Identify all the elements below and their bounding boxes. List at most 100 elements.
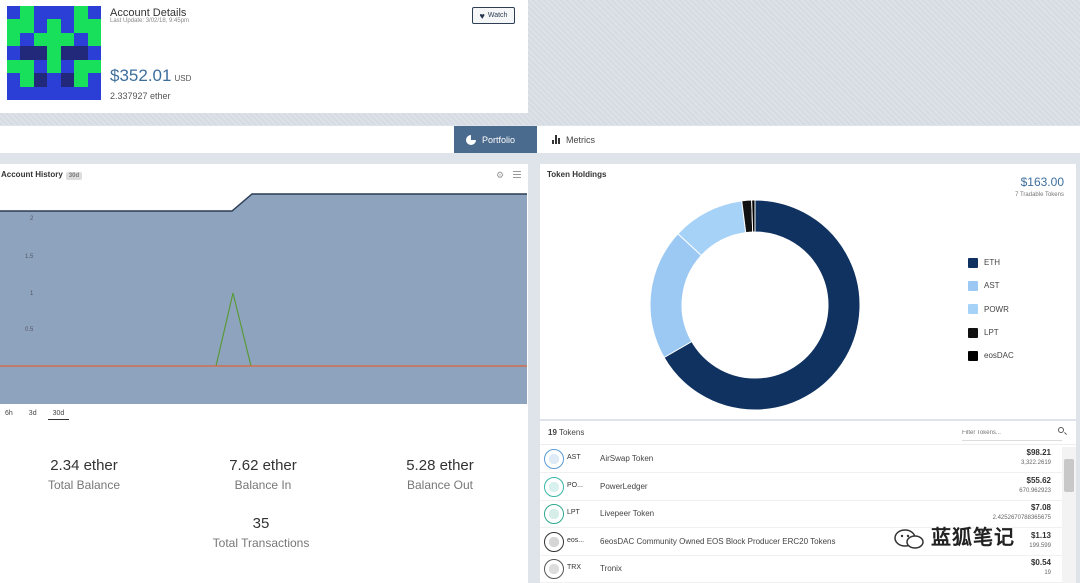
last-update-text: Last Update: 3/02/18, 9:45pm [110,18,190,24]
range-6h[interactable]: 6h [0,408,18,420]
stat-value: 7.62 ether [229,457,297,474]
legend-label: LPT [984,328,999,338]
legend-label: ETH [984,258,1000,268]
tokens-scrollbar-thumb[interactable] [1064,459,1074,492]
identicon-cell [33,32,48,47]
token-usd-value: $55.62 [1026,475,1051,485]
tab-metrics-label: Metrics [566,134,595,145]
wechat-icon [894,528,924,549]
identicon-cell [20,6,34,20]
range-badge: 30d [65,172,83,180]
legend-item-lpt[interactable]: LPT [968,321,1014,344]
y-tick-label: 1.5 [25,254,34,260]
bar-chart-icon [552,135,560,144]
legend-swatch [968,257,978,268]
token-usd-value: $1.13 [1030,530,1051,540]
stat-value: 35 [252,515,270,532]
tokens-list-panel: 19 Tokens AST AirSwap Token $98.21 3,322.26… [540,421,1076,583]
legend-item-eosdac[interactable]: eosDAC [968,344,1014,367]
identicon-cell [47,19,61,33]
identicon-cell [74,32,88,47]
stat-value: 5.28 ether [406,457,474,474]
identicon-cell [60,73,75,87]
watch-label: Watch [487,12,508,19]
identicon-cell [47,46,61,60]
donut-slice-eosdac[interactable] [751,199,756,233]
identicon-cell [74,46,88,60]
token-usd-value: $7.08 [1030,503,1051,512]
token-symbol: PO... [567,481,583,489]
token-logo-icon [544,476,564,497]
gear-icon[interactable]: ⚙ [496,170,504,181]
identicon-cell [60,59,75,74]
legend-swatch [968,350,978,361]
token-symbol: AST [567,454,581,461]
y-tick-label: 0.5 [25,327,34,333]
identicon-cell [20,46,34,60]
token-row[interactable]: PO... PowerLedger $55.62 670.962923 [540,473,1065,501]
identicon-cell [47,59,61,74]
total-transactions-stat: 35 Total Transactions [181,515,341,550]
token-row[interactable]: AST AirSwap Token $98.21 3,322.2619 [540,445,1065,473]
identicon-cell [47,73,61,87]
range-3d[interactable]: 3d [24,408,42,420]
identicon-cell [47,6,61,20]
identicon-cell [74,59,88,74]
identicon-cell [20,19,34,33]
holdings-title: Token Holdings [547,170,607,179]
balance-in-stat: 7.62 ether Balance In [183,457,343,492]
legend-label: AST [984,281,1000,291]
ether-balance: 2.337927 ether [110,91,171,101]
token-name: 6eosDAC Community Owned EOS Block Produc… [600,536,836,546]
legend-swatch [968,280,978,291]
identicon-cell [87,19,101,33]
identicon-cell [87,59,101,74]
tab-metrics[interactable]: Metrics [540,126,607,153]
token-row[interactable]: TRX Tronix $0.54 19 [540,555,1065,583]
legend-swatch [968,304,978,315]
token-logo-icon [544,559,564,579]
token-usd-value: $0.54 [1030,558,1051,567]
token-name: PowerLedger [600,481,648,491]
holdings-donut-chart [649,199,861,411]
token-logo-icon [544,504,564,524]
identicon-cell [7,59,21,74]
token-symbol: LPT [567,509,580,516]
token-symbol: eos... [567,536,585,544]
legend-item-eth[interactable]: ETH [968,251,1014,274]
identicon-cell [7,6,21,20]
identicon-cell [74,73,88,87]
usd-balance: $352.01 USD [110,66,191,86]
legend-item-powr[interactable]: POWR [968,298,1014,321]
legend-label: eosDAC [984,351,1014,361]
token-logo-icon [544,449,564,469]
holdings-total: $163.00 [1020,175,1064,189]
token-holdings-panel: Token Holdings $163.00 7 Tradable Tokens… [540,164,1076,419]
donut-slice-ast[interactable] [649,233,703,359]
token-amount: 19 [1044,570,1051,576]
watch-button[interactable]: ♥ Watch [472,7,515,24]
tab-portfolio[interactable]: Portfolio [454,126,537,153]
filter-tokens-input[interactable] [962,426,1062,441]
stat-label: Total Transactions [212,536,310,550]
search-icon[interactable] [1058,427,1064,433]
token-logo-icon [544,531,564,552]
account-history-panel: Account History 30d ⚙ 2 1.5 1 0.5 6h 3d 3… [0,164,528,583]
pie-chart-icon [466,134,476,145]
account-identicon [7,6,101,100]
history-chart: 2 1.5 1 0.5 [0,193,527,404]
identicon-cell [33,59,48,74]
legend-label: POWR [984,304,1009,314]
identicon-cell [20,59,34,74]
range-30d[interactable]: 30d [47,408,70,420]
legend-item-ast[interactable]: AST [968,274,1014,297]
balance-area [0,194,527,404]
stat-label: Balance In [234,478,292,492]
identicon-cell [47,86,61,100]
identicon-cell [7,19,21,33]
range-selector: 6h 3d 30d [0,408,75,420]
identicon-cell [33,73,48,87]
identicon-cell [60,32,75,47]
menu-icon[interactable] [513,171,521,178]
identicon-cell [87,46,101,60]
